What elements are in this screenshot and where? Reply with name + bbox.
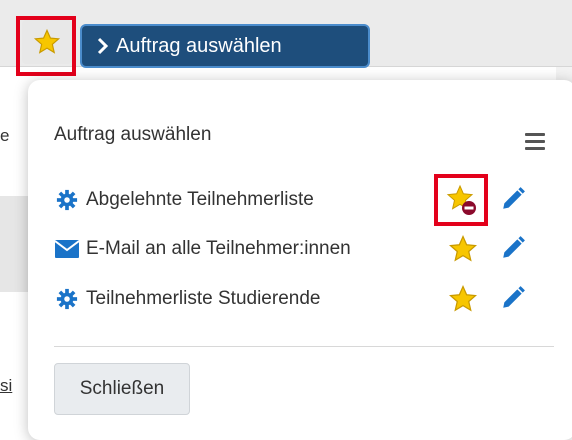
popup-title: Auftrag auswählen xyxy=(54,124,212,145)
select-task-button[interactable]: Auftrag auswählen xyxy=(80,24,370,68)
task-item-label: Teilnehmerliste Studierende xyxy=(86,288,321,309)
gear-icon xyxy=(54,287,80,311)
envelope-icon xyxy=(54,237,80,261)
page-table-fragment xyxy=(0,196,30,292)
task-item-label: Abgelehnte Teilnehmerliste xyxy=(86,189,314,210)
star-remove-icon xyxy=(446,184,476,215)
close-button[interactable]: Schließen xyxy=(54,363,190,415)
favorites-toggle-button[interactable] xyxy=(22,20,72,64)
chevron-right-icon xyxy=(97,37,109,55)
remove-favorite-button[interactable] xyxy=(446,184,478,216)
star-icon xyxy=(448,284,478,312)
task-item-abgelehnte[interactable]: Abgelehnte Teilnehmerliste xyxy=(54,184,314,216)
gear-icon xyxy=(54,188,80,212)
favorite-button[interactable] xyxy=(448,234,480,266)
star-icon xyxy=(448,234,478,262)
pencil-icon xyxy=(503,187,525,209)
popup-divider xyxy=(54,346,554,347)
edit-task-button[interactable] xyxy=(500,235,528,263)
task-item-email[interactable]: E-Mail an alle Teilnehmer:innen xyxy=(54,233,351,265)
select-task-label: Auftrag auswählen xyxy=(116,34,282,57)
task-item-label: E-Mail an alle Teilnehmer:innen xyxy=(86,238,351,259)
edit-task-button[interactable] xyxy=(500,285,528,313)
edit-task-button[interactable] xyxy=(500,186,528,214)
pencil-icon xyxy=(503,236,525,258)
page-text-fragment: e xyxy=(0,126,10,145)
star-icon xyxy=(33,28,61,54)
favorite-button[interactable] xyxy=(448,284,480,316)
task-item-studierende[interactable]: Teilnehmerliste Studierende xyxy=(54,283,320,315)
page-link-fragment[interactable]: si xyxy=(0,376,12,396)
hamburger-menu-icon[interactable] xyxy=(525,133,545,150)
pencil-icon xyxy=(503,286,525,308)
task-select-popup: Auftrag auswählen Abgelehnte Teilnehmerl… xyxy=(28,80,572,440)
